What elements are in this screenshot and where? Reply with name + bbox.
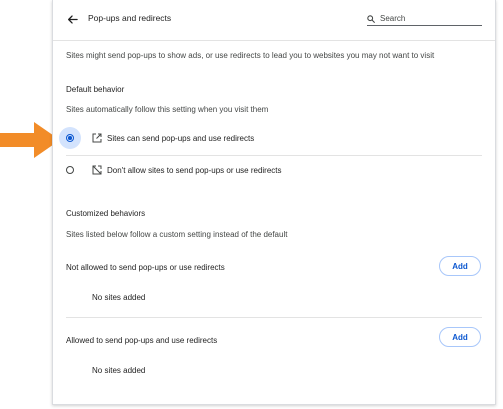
- search-box[interactable]: [367, 12, 482, 26]
- customized-behaviors-title: Customized behaviors: [66, 209, 146, 218]
- radio-label-block: Don't allow sites to send pop-ups or use…: [107, 166, 282, 175]
- radio-option-allow[interactable]: Sites can send pop-ups and use redirects: [53, 122, 495, 154]
- open-in-new-icon: [92, 133, 102, 143]
- add-allowed-button[interactable]: Add: [439, 327, 481, 347]
- radio-option-block[interactable]: Don't allow sites to send pop-ups or use…: [53, 156, 495, 188]
- callout-arrow-icon: [0, 122, 60, 158]
- radio-label-allow: Sites can send pop-ups and use redirects: [107, 134, 255, 143]
- add-not-allowed-button[interactable]: Add: [439, 256, 481, 276]
- not-allowed-label: Not allowed to send pop-ups or use redir…: [66, 263, 225, 272]
- not-allowed-empty-text: No sites added: [92, 293, 146, 302]
- allowed-label: Allowed to send pop-ups and use redirect…: [66, 336, 218, 345]
- back-button[interactable]: [63, 10, 81, 28]
- settings-header: Pop-ups and redirects: [53, 0, 495, 41]
- popup-blocked-icon: [92, 165, 102, 175]
- default-behavior-title: Default behavior: [66, 85, 125, 94]
- page-title: Pop-ups and redirects: [88, 13, 172, 23]
- search-input[interactable]: [376, 12, 475, 25]
- divider: [66, 317, 482, 318]
- back-arrow-icon: [67, 14, 78, 24]
- page: Pop-ups and redirects Sites might send p…: [0, 0, 503, 409]
- allowed-empty-text: No sites added: [92, 366, 146, 375]
- customized-behaviors-subtitle: Sites listed below follow a custom setti…: [66, 230, 288, 239]
- settings-panel: Pop-ups and redirects Sites might send p…: [52, 0, 496, 405]
- default-behavior-subtitle: Sites automatically follow this setting …: [66, 105, 269, 114]
- radio-button-block[interactable]: [66, 166, 74, 174]
- intro-text: Sites might send pop-ups to show ads, or…: [66, 51, 435, 60]
- radio-button-allow[interactable]: [66, 134, 74, 142]
- search-icon: [367, 14, 376, 23]
